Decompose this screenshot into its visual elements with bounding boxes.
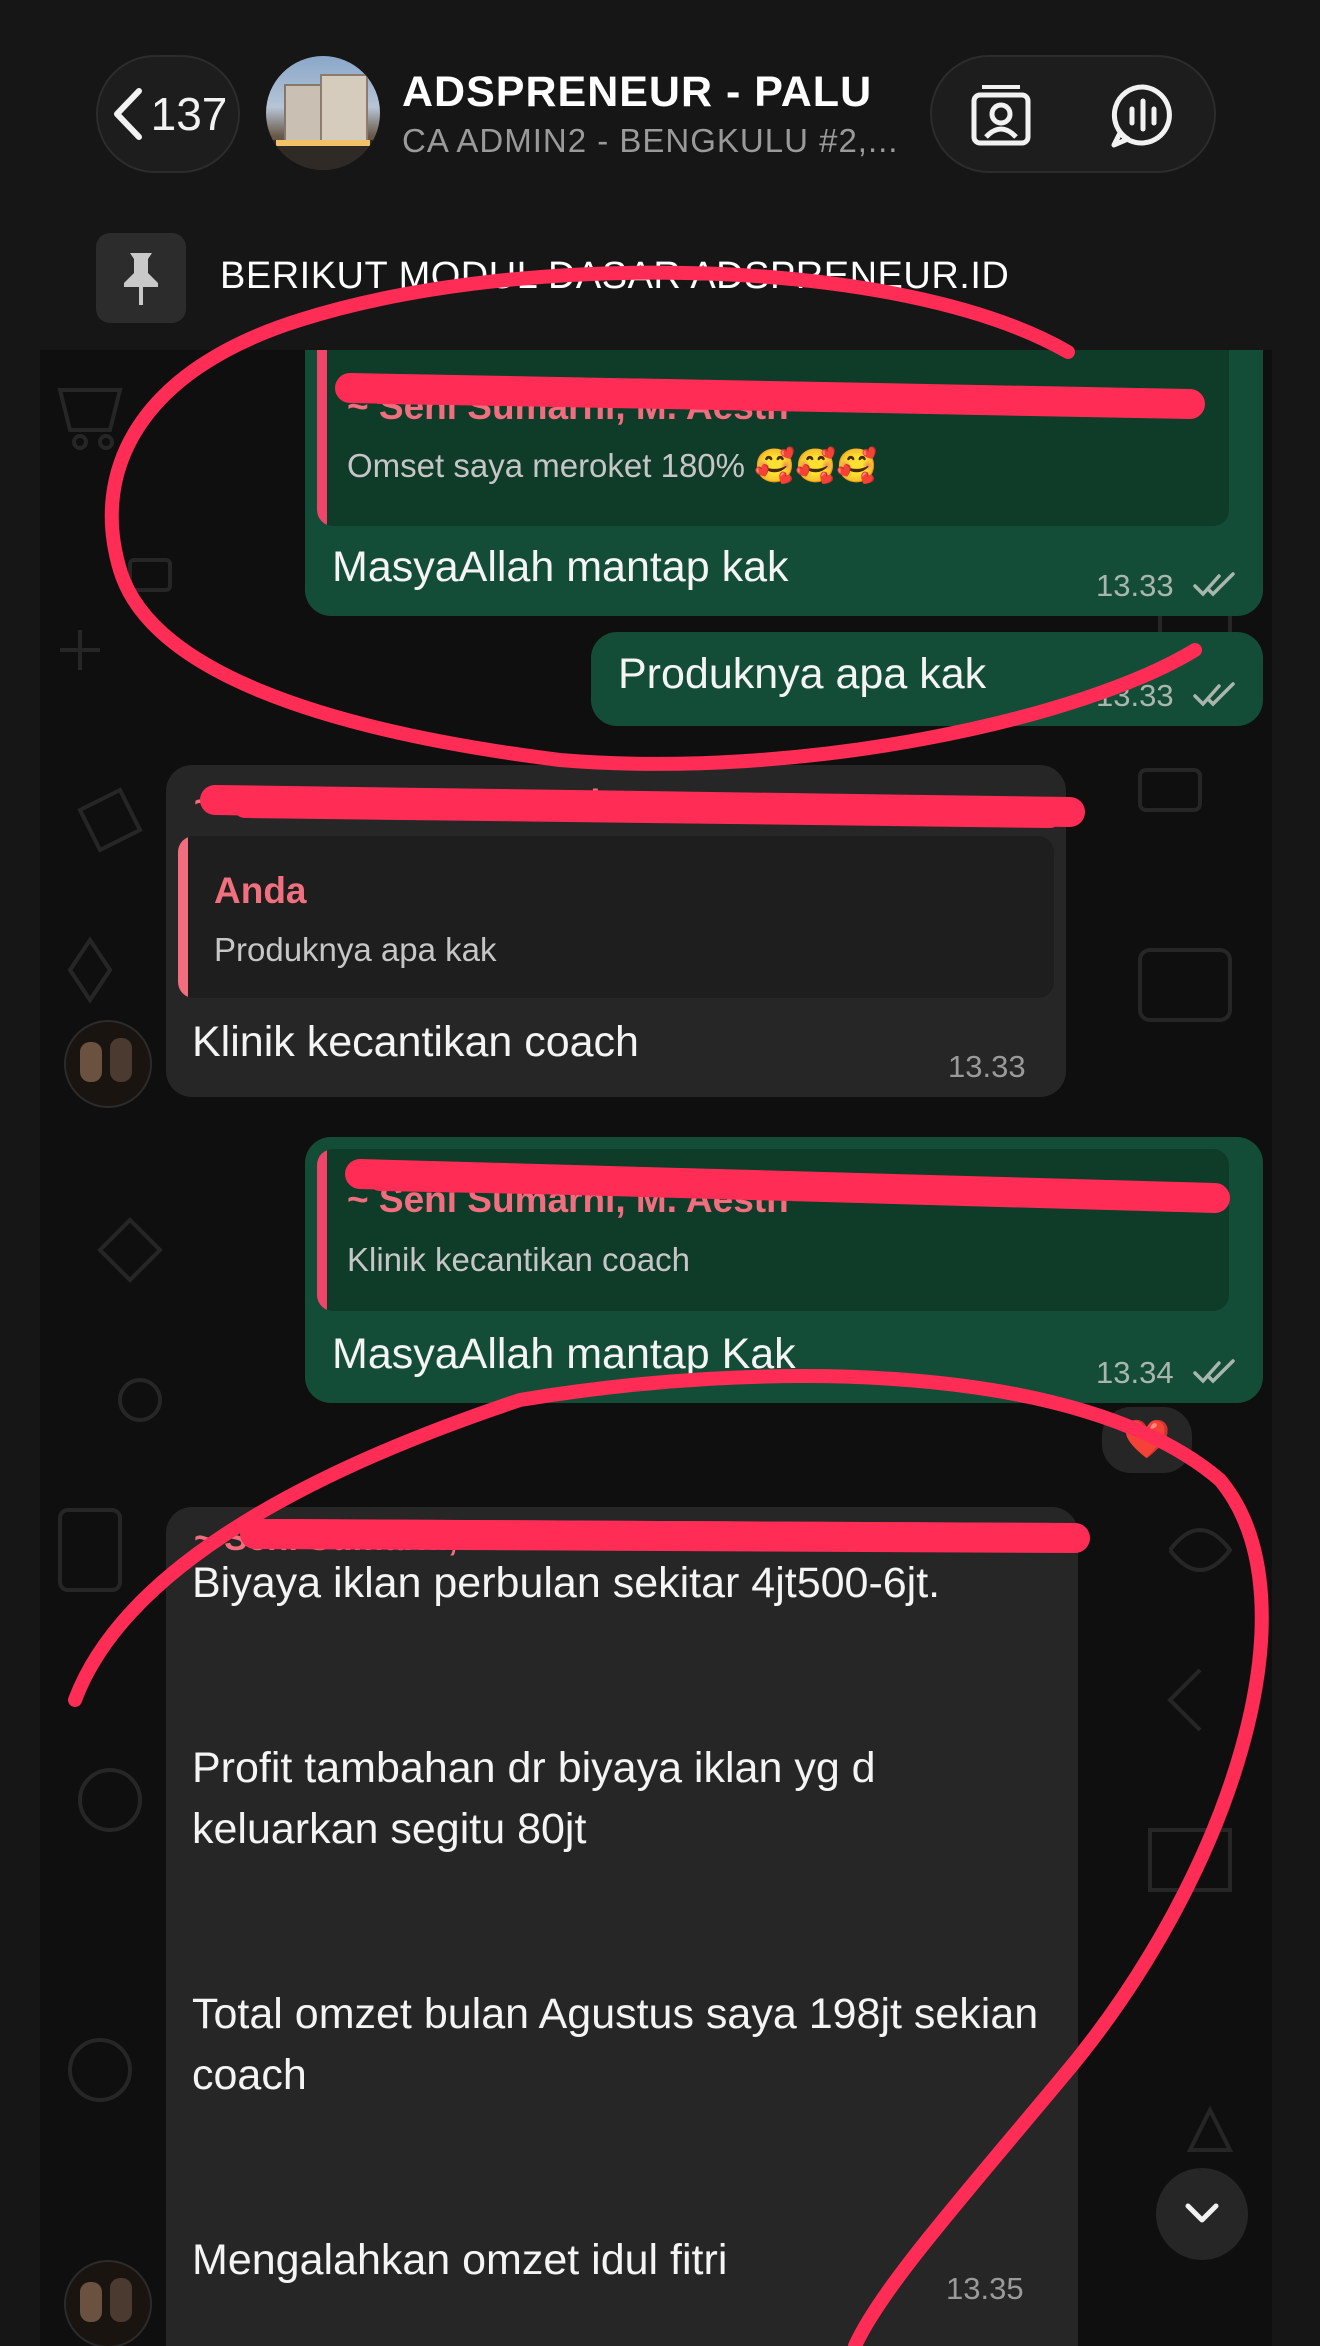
scroll-to-bottom-button[interactable]	[1156, 2168, 1248, 2260]
quoted-message[interactable]: ~ Seni Sumarni, M. Aesth Omset saya mero…	[317, 350, 1229, 526]
message-text: MasyaAllah mantap Kak	[332, 1330, 796, 1378]
chat-header: 137 ADSPRENEUR - PALU CA ADMIN2 - BENGKU…	[0, 0, 1320, 225]
quoted-message[interactable]: ~ Seni Sumarni, M. Aesth Klinik kecantik…	[317, 1149, 1229, 1311]
message-bubble-incoming[interactable]: ~ Seni Sumarni, M. Aesth Biyaya iklan pe…	[166, 1507, 1078, 2346]
double-check-icon	[1193, 572, 1235, 597]
message-text: Produknya apa kak	[618, 650, 987, 698]
pin-icon	[96, 233, 186, 323]
contact-card-icon[interactable]	[966, 81, 1036, 151]
message-bubble-outgoing[interactable]: ~ Seni Sumarni, M. Aesth Omset saya mero…	[305, 350, 1263, 616]
pinned-message-text[interactable]: BERIKUT MODUL DASAR ADSPRENEUR.ID	[220, 255, 1009, 298]
voice-chat-icon[interactable]	[1108, 81, 1178, 151]
back-button[interactable]: 137	[96, 55, 240, 173]
group-members-preview[interactable]: CA ADMIN2 - BENGKULU #2,...	[402, 122, 898, 160]
message-time: 13.33	[948, 1049, 1026, 1084]
quoted-author: ~ Seni Sumarni, M. Aesth	[347, 1179, 789, 1220]
message-paragraph: Biyaya iklan perbulan sekitar 4jt500-6jt…	[192, 1559, 941, 1607]
message-bubble-incoming[interactable]: ~ Seni Sumarni, M. Aesth Anda Produknya …	[166, 765, 1066, 1097]
double-check-icon	[1193, 1359, 1235, 1384]
chevron-down-icon	[1185, 2203, 1219, 2223]
unread-count: 137	[150, 88, 228, 140]
message-time: 13.34	[1096, 1355, 1174, 1390]
group-avatar[interactable]	[266, 56, 380, 170]
message-paragraph: Profit tambahan dr biyaya iklan yg d kel…	[192, 1744, 876, 1853]
quoted-message[interactable]: Anda Produknya apa kak	[178, 836, 1054, 998]
quoted-text: Omset saya meroket 180% 🥰🥰🥰	[347, 447, 878, 484]
chevron-left-icon	[113, 88, 142, 140]
message-time: 13.33	[1096, 568, 1174, 603]
quoted-text: Produknya apa kak	[214, 931, 497, 968]
message-bubble-outgoing[interactable]: ~ Seni Sumarni, M. Aesth Klinik kecantik…	[305, 1137, 1263, 1403]
heart-icon: ❤️	[1123, 1419, 1171, 1461]
group-name[interactable]: ADSPRENEUR - PALU	[402, 68, 872, 117]
quoted-author: Anda	[214, 870, 307, 911]
message-paragraph: Total omzet bulan Agustus saya 198jt sek…	[192, 1990, 1039, 2099]
message-paragraph: Mengalahkan omzet idul fitri	[192, 2236, 728, 2284]
message-text: Klinik kecantikan coach	[192, 1018, 639, 1066]
message-bubble-outgoing[interactable]: Produknya apa kak 13.33	[591, 632, 1263, 726]
message-time: 13.33	[1096, 678, 1174, 713]
message-text: MasyaAllah mantap kak	[332, 543, 789, 591]
quoted-author: ~ Seni Sumarni, M. Aesth	[347, 386, 789, 427]
sender-avatar[interactable]	[64, 2260, 152, 2346]
double-check-icon	[1193, 682, 1235, 707]
chat-area: ~ Seni Sumarni, M. Aesth Omset saya mero…	[40, 350, 1272, 2346]
sender-name[interactable]: ~ Seni Sumarni, M. Aesth	[194, 783, 612, 823]
reaction-badge[interactable]: ❤️	[1098, 1403, 1196, 1477]
quoted-text: Klinik kecantikan coach	[347, 1241, 691, 1278]
header-actions	[930, 55, 1216, 173]
sender-avatar[interactable]	[64, 1020, 152, 1108]
message-time: 13.35	[946, 2271, 1024, 2306]
